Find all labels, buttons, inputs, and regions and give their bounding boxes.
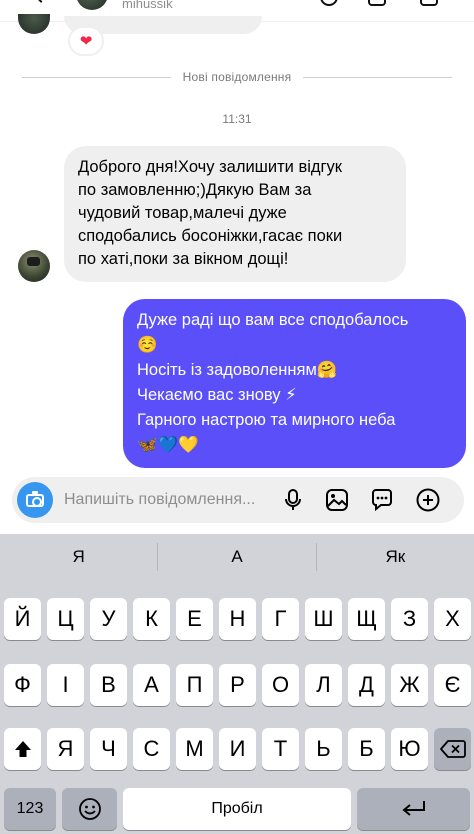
divider-line: [303, 76, 452, 78]
divider-line: [22, 76, 171, 78]
key[interactable]: Х: [434, 598, 471, 640]
camera-button[interactable]: [17, 482, 53, 518]
header-username[interactable]: mihussik: [122, 0, 173, 11]
microphone-icon[interactable]: [280, 487, 306, 513]
key[interactable]: К: [133, 598, 170, 640]
key[interactable]: Щ: [348, 598, 385, 640]
key[interactable]: Є: [434, 664, 471, 706]
numbers-key[interactable]: 123: [4, 788, 56, 830]
shift-icon: [14, 741, 31, 757]
key[interactable]: В: [90, 664, 127, 706]
key[interactable]: И: [219, 728, 256, 770]
onscreen-keyboard: Я А Як Й Ц У К Е Н Г Ш Щ З Х Ф І В А П Р…: [0, 534, 474, 834]
key[interactable]: Р: [219, 664, 256, 706]
key[interactable]: З: [391, 598, 428, 640]
heart-icon: ❤: [79, 33, 93, 50]
emoji-key[interactable]: [62, 788, 117, 830]
key[interactable]: Ш: [305, 598, 342, 640]
message-thread: ❤ Нові повідомлення 11:31 Доброго дня!Хо…: [0, 14, 474, 534]
key[interactable]: Ю: [391, 728, 428, 770]
new-messages-label: Нові повідомлення: [182, 70, 292, 84]
outgoing-message-bubble[interactable]: Дуже раді що вам все сподобалось ☺️ Носі…: [123, 299, 466, 468]
back-arrow-icon[interactable]: [31, 0, 51, 3]
key[interactable]: Е: [176, 598, 213, 640]
key[interactable]: Ь: [305, 728, 342, 770]
key[interactable]: Н: [219, 598, 256, 640]
key[interactable]: Д: [348, 664, 385, 706]
backspace-key[interactable]: [434, 728, 471, 770]
suggestion-3[interactable]: Як: [317, 534, 474, 580]
previous-sender-avatar: [18, 14, 50, 34]
message-composer: [12, 477, 464, 523]
key[interactable]: Ц: [47, 598, 84, 640]
return-icon: [401, 801, 425, 816]
message-input[interactable]: [64, 489, 274, 511]
flag-icon[interactable]: [420, 0, 438, 6]
key[interactable]: С: [133, 728, 170, 770]
header-avatar[interactable]: [76, 0, 108, 10]
key[interactable]: О: [262, 664, 299, 706]
suggestion-2[interactable]: А: [158, 534, 315, 580]
suggestion-1[interactable]: Я: [0, 534, 157, 580]
key[interactable]: Г: [262, 598, 299, 640]
key[interactable]: Ф: [4, 664, 41, 706]
key[interactable]: Ж: [391, 664, 428, 706]
new-messages-divider: Нові повідомлення: [22, 68, 452, 86]
shift-key[interactable]: [4, 728, 41, 770]
key[interactable]: П: [176, 664, 213, 706]
key[interactable]: А: [133, 664, 170, 706]
suggestion-bar: Я А Як: [0, 534, 474, 580]
camera-icon: [26, 490, 44, 507]
key[interactable]: Л: [305, 664, 342, 706]
sticker-icon[interactable]: [369, 487, 395, 513]
heart-reaction[interactable]: ❤: [68, 26, 104, 56]
key[interactable]: У: [90, 598, 127, 640]
emoji-icon: [78, 798, 101, 820]
sender-avatar[interactable]: [18, 250, 50, 282]
gallery-icon[interactable]: [324, 487, 350, 513]
backspace-icon: [439, 740, 466, 758]
incoming-message-bubble[interactable]: Доброго дня!Хочу залишити відгук по замо…: [64, 146, 406, 282]
space-key[interactable]: Пробіл: [123, 788, 351, 830]
return-key[interactable]: [357, 788, 470, 830]
key[interactable]: Т: [262, 728, 299, 770]
plus-icon[interactable]: [415, 487, 441, 513]
key[interactable]: Ч: [90, 728, 127, 770]
key[interactable]: Б: [348, 728, 385, 770]
key[interactable]: М: [176, 728, 213, 770]
key[interactable]: Я: [47, 728, 84, 770]
key[interactable]: І: [47, 664, 84, 706]
key[interactable]: Й: [4, 598, 41, 640]
message-timestamp: 11:31: [222, 112, 252, 126]
video-icon[interactable]: [368, 0, 386, 6]
phone-icon[interactable]: [320, 0, 338, 6]
